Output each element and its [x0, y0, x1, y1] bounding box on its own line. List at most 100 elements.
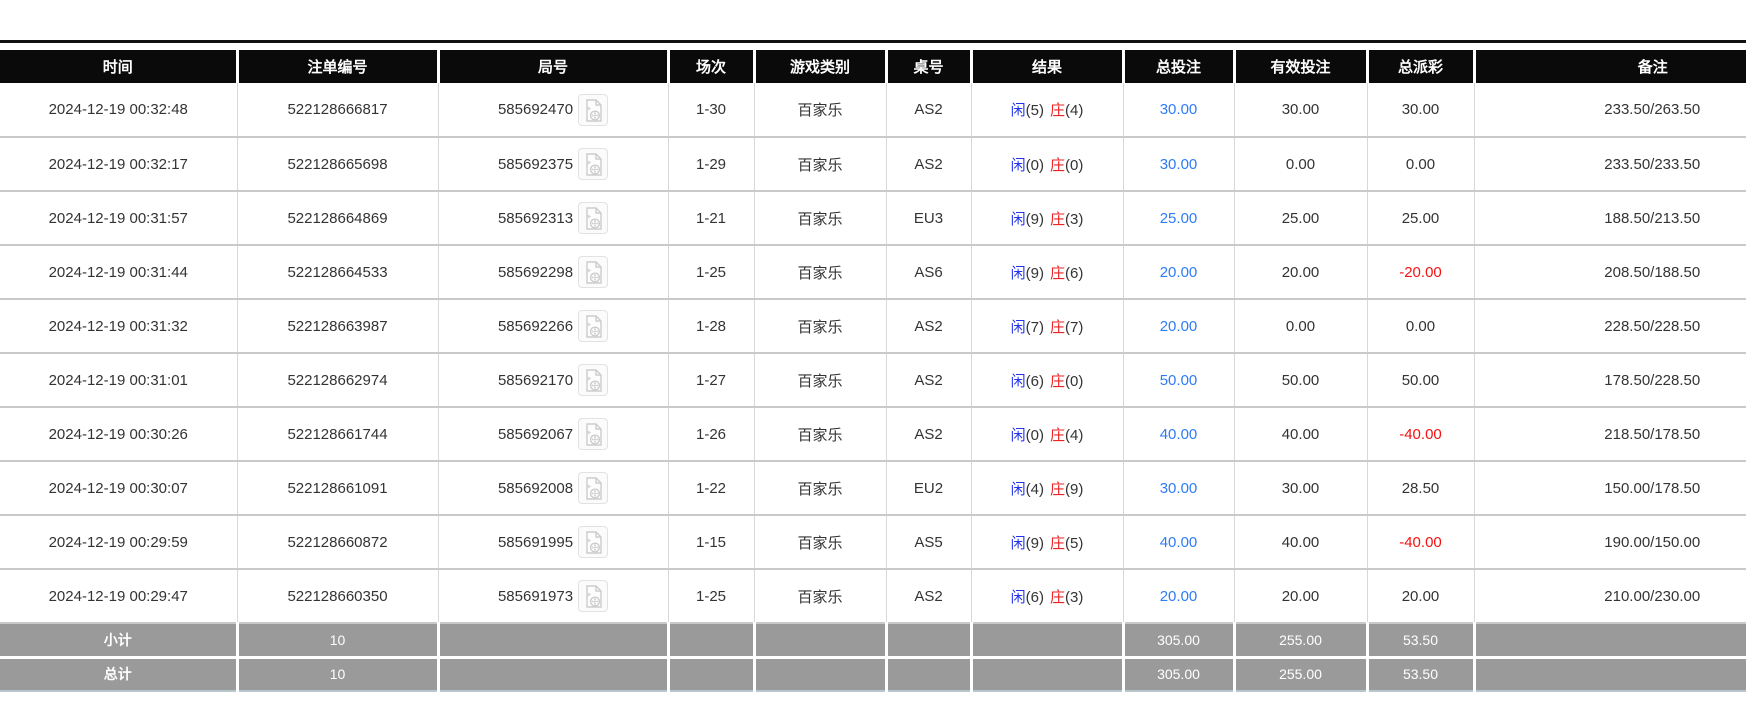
grand-total-row-payout-text: 53.50 — [1403, 666, 1438, 682]
video-replay-button[interactable] — [578, 256, 608, 288]
total-bet-cell-text: 20.00 — [1160, 264, 1198, 281]
total-bet-cell: 30.00 — [1123, 461, 1234, 515]
bet-id-cell: 522128664533 — [237, 245, 438, 299]
video-icon — [583, 207, 603, 231]
session-cell: 1-22 — [668, 461, 754, 515]
round-cell-inner: 585692470 — [498, 94, 608, 126]
result-banker-label: 庄 — [1050, 157, 1065, 174]
total-bet-cell: 40.00 — [1123, 407, 1234, 461]
payout-cell: 28.50 — [1367, 461, 1474, 515]
valid-bet-cell-text: 25.00 — [1282, 210, 1320, 227]
valid-bet-cell-text: 0.00 — [1286, 318, 1315, 335]
grand-total-row-result-blank — [971, 657, 1123, 691]
valid-bet-cell-text: 30.00 — [1282, 480, 1320, 497]
grand-total-row-label-text: 总计 — [104, 666, 132, 682]
subtotal-row-game-type-blank — [754, 623, 886, 657]
result-banker-label: 庄 — [1050, 481, 1065, 498]
bet-id-cell-text: 522128660350 — [287, 588, 387, 605]
bet-id-cell-text: 522128665698 — [287, 156, 387, 173]
video-replay-button[interactable] — [578, 364, 608, 396]
table-no-cell-text: AS2 — [914, 156, 942, 173]
session-cell: 1-27 — [668, 353, 754, 407]
subtotal-row-table-no-blank — [886, 623, 971, 657]
table-row: 2024-12-19 00:32:17522128665698585692375… — [0, 137, 1746, 191]
subtotal-row-valid-bet: 255.00 — [1234, 623, 1367, 657]
time-cell: 2024-12-19 00:29:47 — [0, 569, 237, 623]
result-cell: 闲(4)庄(9) — [971, 461, 1123, 515]
result-player-points: (9) — [1026, 535, 1044, 552]
column-header-game-type: 游戏类别 — [754, 50, 886, 83]
valid-bet-cell-text: 0.00 — [1286, 156, 1315, 173]
remark-cell: 228.50/228.50 — [1474, 299, 1746, 353]
total-bet-cell: 50.00 — [1123, 353, 1234, 407]
table-row: 2024-12-19 00:31:57522128664869585692313… — [0, 191, 1746, 245]
result-cell: 闲(0)庄(4) — [971, 407, 1123, 461]
payout-cell-text: 0.00 — [1406, 156, 1435, 173]
subtotal-row-total-bet-text: 305.00 — [1157, 632, 1200, 648]
round-number: 585692313 — [498, 210, 573, 227]
subtotal-row-payout: 53.50 — [1367, 623, 1474, 657]
table-no-cell-text: EU3 — [914, 210, 943, 227]
table-row: 2024-12-19 00:31:01522128662974585692170… — [0, 353, 1746, 407]
video-replay-button[interactable] — [578, 94, 608, 126]
time-cell-text: 2024-12-19 00:31:32 — [49, 318, 188, 335]
payout-cell-text: 30.00 — [1402, 101, 1440, 118]
payout-cell: -40.00 — [1367, 407, 1474, 461]
table-no-cell-text: AS2 — [914, 101, 942, 118]
subtotal-row-remark-blank — [1474, 623, 1746, 657]
result-player-points: (6) — [1026, 589, 1044, 606]
result-player-label: 闲 — [1011, 427, 1026, 444]
video-replay-button[interactable] — [578, 580, 608, 612]
game-type-cell: 百家乐 — [754, 83, 886, 137]
grand-total-row-round-blank — [438, 657, 668, 691]
valid-bet-cell: 30.00 — [1234, 83, 1367, 137]
column-header-valid-bet: 有效投注 — [1234, 50, 1367, 83]
payout-cell-text: 20.00 — [1402, 588, 1440, 605]
result-player-label: 闲 — [1011, 481, 1026, 498]
result-player-label: 闲 — [1011, 589, 1026, 606]
column-header-time: 时间 — [0, 50, 237, 83]
round-cell: 585692067 — [438, 407, 668, 461]
payout-cell-text: 50.00 — [1402, 372, 1440, 389]
total-bet-cell-text: 50.00 — [1160, 372, 1198, 389]
grand-total-row-total-bet: 305.00 — [1123, 657, 1234, 691]
payout-cell-text: 0.00 — [1406, 318, 1435, 335]
result-banker-label: 庄 — [1050, 427, 1065, 444]
session-cell: 1-26 — [668, 407, 754, 461]
bet-id-cell-text: 522128664533 — [287, 264, 387, 281]
result-banker-points: (6) — [1065, 265, 1083, 282]
result-player-points: (0) — [1026, 427, 1044, 444]
video-replay-button[interactable] — [578, 526, 608, 558]
remark-cell: 178.50/228.50 — [1474, 353, 1746, 407]
subtotal-row-valid-bet-text: 255.00 — [1279, 632, 1322, 648]
round-cell-inner: 585691973 — [498, 580, 608, 612]
table-no-cell-text: AS2 — [914, 426, 942, 443]
video-replay-button[interactable] — [578, 310, 608, 342]
round-cell-inner: 585692313 — [498, 202, 608, 234]
bet-id-cell-text: 522128661744 — [287, 426, 387, 443]
result-banker-label: 庄 — [1050, 265, 1065, 282]
subtotal-row-label-text: 小计 — [104, 632, 132, 648]
game-type-cell: 百家乐 — [754, 353, 886, 407]
remark-cell: 188.50/213.50 — [1474, 191, 1746, 245]
time-cell-text: 2024-12-19 00:29:47 — [49, 588, 188, 605]
round-cell: 585692298 — [438, 245, 668, 299]
result-banker-points: (4) — [1065, 102, 1083, 119]
grand-total-row-count: 10 — [237, 657, 438, 691]
session-cell-text: 1-28 — [696, 318, 726, 335]
session-cell-text: 1-25 — [696, 588, 726, 605]
grand-total-row-label: 总计 — [0, 657, 237, 691]
result-cell: 闲(9)庄(3) — [971, 191, 1123, 245]
round-cell: 585692470 — [438, 83, 668, 137]
round-number: 585692067 — [498, 426, 573, 443]
video-replay-button[interactable] — [578, 148, 608, 180]
column-header-table-no: 桌号 — [886, 50, 971, 83]
video-replay-button[interactable] — [578, 418, 608, 450]
video-replay-button[interactable] — [578, 202, 608, 234]
time-cell-text: 2024-12-19 00:30:07 — [49, 480, 188, 497]
result-banker-points: (3) — [1065, 211, 1083, 228]
grand-total-row-valid-bet: 255.00 — [1234, 657, 1367, 691]
table-no-cell: AS2 — [886, 407, 971, 461]
video-replay-button[interactable] — [578, 472, 608, 504]
game-type-cell-text: 百家乐 — [797, 157, 842, 174]
